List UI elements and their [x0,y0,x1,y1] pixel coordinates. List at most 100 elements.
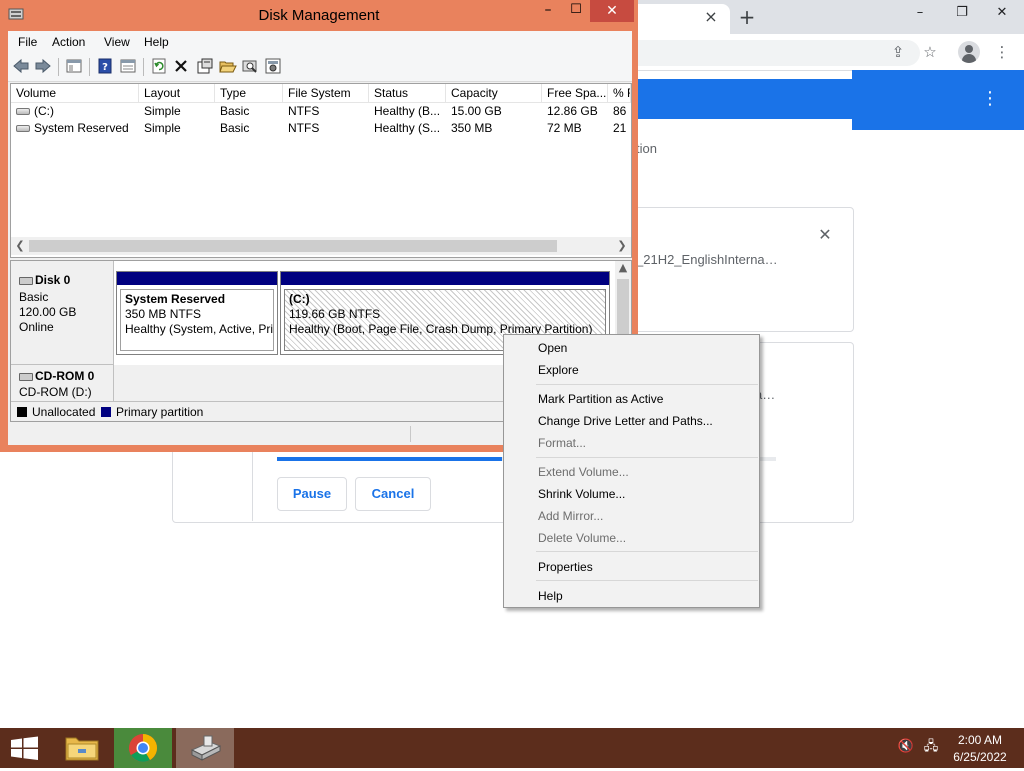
menu-separator [536,580,758,581]
minimize-button[interactable]: – [534,0,562,22]
browser-minimize-button[interactable]: – [900,2,940,26]
refresh-icon[interactable] [150,57,168,75]
partition-title: (C:) [289,292,310,306]
menu-item-properties[interactable]: Properties [506,556,757,578]
percent-free-cell: 86 [613,104,627,118]
table-row[interactable]: (C:) Simple Basic NTFS Healthy (B... 15.… [11,103,631,120]
column-header-capacity[interactable]: Capacity [446,84,542,102]
disk0-label-panel[interactable]: Disk 0 Basic 120.00 GB Online [11,261,114,365]
chrome-menu-icon[interactable]: ⋮ [990,40,1014,64]
app-menu-icon[interactable]: ⋮ [978,86,1002,112]
volume-list: Volume Layout Type File System Status Ca… [10,83,632,258]
partition-size: 350 MB NTFS [125,307,202,321]
menu-action[interactable]: Action [52,35,85,49]
taskbar-file-explorer[interactable] [56,728,108,768]
page-partial-text: tion [636,141,657,156]
legend-label-unallocated: Unallocated [32,405,96,419]
browser-restore-button[interactable]: ❐ [942,2,982,26]
search-drive-icon[interactable] [241,57,259,75]
menu-item-open[interactable]: Open [506,337,757,359]
partition-context-menu: Open Explore Mark Partition as Active Ch… [503,334,760,608]
download-filename: _21H2_EnglishInterna… [636,252,778,267]
menu-item-mark-active[interactable]: Mark Partition as Active [506,388,757,410]
drive-icon [16,125,30,133]
delete-x-icon[interactable] [172,57,190,75]
clock-date[interactable]: 6/25/2022 [946,750,1014,764]
column-header-status[interactable]: Status [369,84,446,102]
menu-item-explore[interactable]: Explore [506,359,757,381]
cdrom-label-panel[interactable]: CD-ROM 0 CD-ROM (D:) [11,365,114,405]
share-icon[interactable]: ⇪ [886,40,910,64]
properties-sheet-icon[interactable] [196,57,214,75]
disk-settings-icon[interactable] [264,57,282,75]
taskbar-chrome[interactable] [114,728,172,768]
scrollbar-thumb[interactable] [29,240,557,252]
pause-button[interactable]: Pause [277,477,347,511]
menu-separator [536,384,758,385]
disk-state: Online [19,320,54,334]
svg-text:?: ? [102,62,108,73]
toolbar-separator [89,58,90,76]
partition-color-bar [281,272,609,285]
status-cell: Healthy (S... [374,121,441,135]
status-cell: Healthy (B... [374,104,441,118]
clock-time[interactable]: 2:00 AM [946,733,1014,747]
volume-name: System Reserved [34,121,129,135]
network-icon[interactable]: 🖧 [922,738,940,756]
start-button[interactable] [0,728,50,768]
menu-help[interactable]: Help [144,35,169,49]
menu-item-shrink-volume[interactable]: Shrink Volume... [506,483,757,505]
cancel-button[interactable]: Cancel [355,477,431,511]
new-tab-button[interactable]: + [736,6,758,28]
menu-item-add-mirror[interactable]: Add Mirror... [506,505,757,527]
type-cell: Basic [220,121,250,135]
menu-file[interactable]: File [18,35,37,49]
back-arrow-icon[interactable] [12,57,30,75]
column-header-type[interactable]: Type [215,84,283,102]
close-button[interactable]: ✕ [590,0,634,22]
profile-avatar-icon[interactable] [958,41,980,63]
open-folder-icon[interactable] [219,57,237,75]
scroll-right-icon[interactable]: ❯ [613,237,631,255]
cdrom-name: CD-ROM 0 [19,369,94,383]
forward-arrow-icon[interactable] [34,57,52,75]
help-icon[interactable]: ? [96,57,114,75]
chrome-icon [129,734,157,762]
menu-view[interactable]: View [104,35,130,49]
volume-cell: (C:) [11,103,139,120]
download-progress-fill [277,457,502,461]
browser-close-button[interactable]: ✕ [982,2,1022,26]
status-separator [410,426,411,442]
column-header-volume[interactable]: Volume [11,84,139,102]
file-system-cell: NTFS [288,104,320,118]
bookmark-star-icon[interactable]: ☆ [918,40,942,64]
tab-close-icon[interactable]: × [702,8,720,26]
speaker-muted-icon[interactable]: 🔇 [897,738,915,756]
close-icon[interactable]: ✕ [814,224,836,246]
menu-item-help[interactable]: Help [506,585,757,607]
scroll-up-icon[interactable]: ▲ [614,261,631,277]
maximize-button[interactable]: ☐ [562,0,590,22]
menu-item-delete-volume[interactable]: Delete Volume... [506,527,757,549]
legend-swatch-primary [101,407,111,417]
partition-system-reserved[interactable]: System Reserved 350 MB NTFS Healthy (Sys… [116,271,278,355]
capacity-cell: 15.00 GB [451,104,502,118]
menu-item-extend-volume[interactable]: Extend Volume... [506,461,757,483]
horizontal-scrollbar[interactable]: ❮ ❯ [11,237,631,255]
table-row[interactable]: System Reserved Simple Basic NTFS Health… [11,120,631,137]
type-cell: Basic [220,104,250,118]
title-bar[interactable]: Disk Management – ☐ ✕ [0,0,638,30]
properties-icon[interactable] [119,57,137,75]
layout-cell: Simple [144,121,181,135]
menu-item-change-drive-letter[interactable]: Change Drive Letter and Paths... [506,410,757,432]
partition-body: System Reserved 350 MB NTFS Healthy (Sys… [120,289,274,351]
column-header-free-space[interactable]: Free Spa... [542,84,608,102]
column-header-file-system[interactable]: File System [283,84,369,102]
column-header-layout[interactable]: Layout [139,84,215,102]
show-hide-console-tree-icon[interactable] [65,57,83,75]
taskbar-disk-management[interactable] [176,728,234,768]
column-header-percent-free[interactable]: % F [608,84,631,102]
scroll-left-icon[interactable]: ❮ [11,237,29,255]
partition-title: System Reserved [125,292,226,306]
menu-item-format[interactable]: Format... [506,432,757,454]
